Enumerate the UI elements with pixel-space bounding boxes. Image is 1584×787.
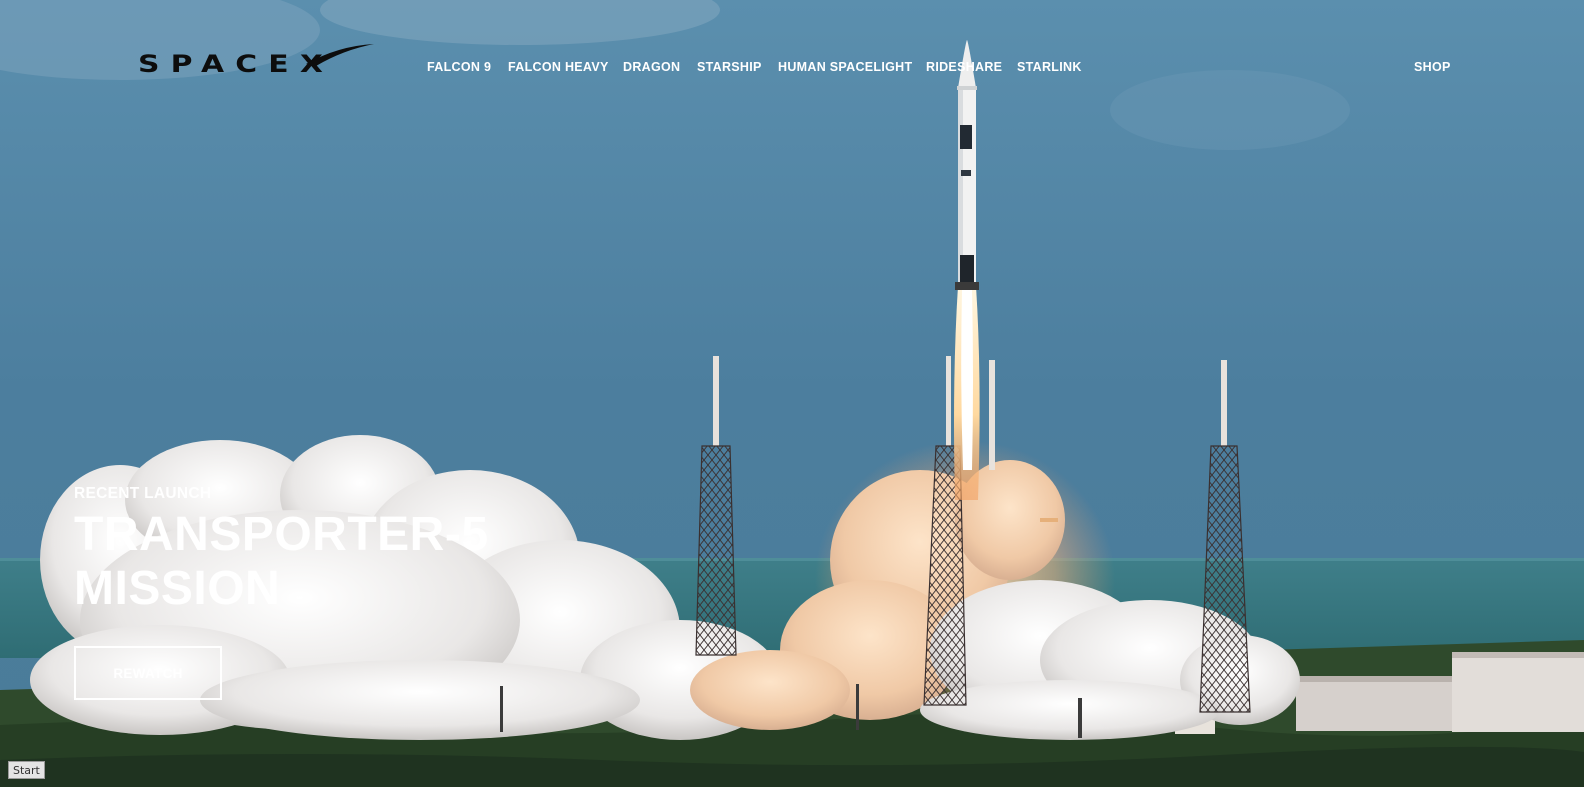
nav-item-starship[interactable]: STARSHIP xyxy=(697,58,762,76)
nav-item-rideshare[interactable]: RIDESHARE xyxy=(926,58,1002,76)
hero-background-image xyxy=(0,0,1584,787)
nav-item-starlink[interactable]: STARLINK xyxy=(1017,58,1082,76)
nav-item-dragon[interactable]: DRAGON xyxy=(623,58,680,76)
nav-item-human-spacelight[interactable]: HUMAN SPACELIGHT xyxy=(778,58,912,76)
page: SPACEX FALCON 9 FALCON HEAVY DRAGON STAR… xyxy=(0,0,1584,787)
mission-title-line-1: TRANSPORTER-5 xyxy=(74,508,489,561)
main-navigation: FALCON 9 FALCON HEAVY DRAGON STARSHIP HU… xyxy=(0,58,1584,78)
rewatch-button[interactable]: REWATCH xyxy=(74,646,222,700)
start-button[interactable]: Start xyxy=(8,761,45,779)
nav-item-shop[interactable]: SHOP xyxy=(1414,58,1451,76)
recent-launch-label: RECENT LAUNCH xyxy=(74,485,212,502)
hero-text-block: RECENT LAUNCH TRANSPORTER-5 MISSION xyxy=(74,484,489,616)
nav-item-falcon-9[interactable]: FALCON 9 xyxy=(427,58,491,76)
mission-title-line-2: MISSION xyxy=(74,562,281,615)
mission-title: TRANSPORTER-5 MISSION xyxy=(74,508,489,616)
nav-item-falcon-heavy[interactable]: FALCON HEAVY xyxy=(508,58,609,76)
